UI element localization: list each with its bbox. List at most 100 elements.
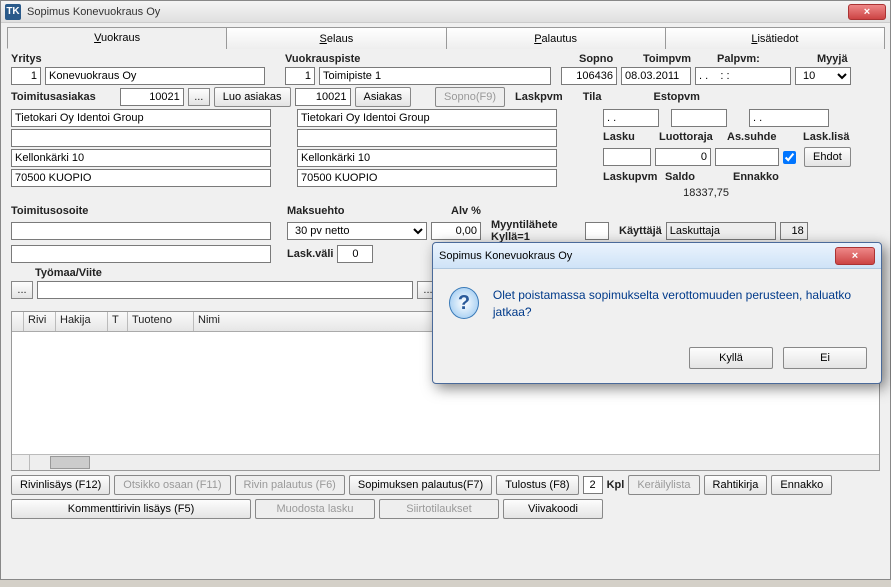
asiakas-no2-input[interactable] — [295, 88, 351, 106]
cust2-addr[interactable] — [297, 149, 557, 167]
tulostus-button[interactable]: Tulostus (F8) — [496, 475, 578, 495]
laskpvm-input[interactable] — [603, 109, 659, 127]
myyja-select[interactable]: 10 — [795, 67, 851, 85]
tyomaa-lookup-button[interactable]: ... — [11, 281, 33, 299]
dialog-yes-button[interactable]: Kyllä — [689, 347, 773, 369]
palpvm-input[interactable] — [695, 67, 791, 85]
grid-hscroll[interactable] — [12, 454, 879, 470]
tab-bar: Vuokraus Selaus Palautus Lisätiedot — [7, 27, 884, 49]
sopimuksenpalautus-button[interactable]: Sopimuksen palautus(F7) — [349, 475, 492, 495]
rivinlisays-button[interactable]: Rivinlisäys (F12) — [11, 475, 110, 495]
estopvm-input[interactable] — [749, 109, 829, 127]
dialog-close-button[interactable]: × — [835, 247, 875, 265]
vuokrauspiste-label: Vuokrauspiste — [285, 53, 360, 65]
cust2-city[interactable] — [297, 169, 557, 187]
ennakko-label: Ennakko — [733, 171, 779, 183]
dialog-titlebar: Sopimus Konevuokraus Oy × — [433, 243, 881, 269]
luottoraja-label: Luottoraja — [659, 131, 723, 143]
assuhde-label: As.suhde — [727, 131, 799, 143]
luottoraja-input[interactable] — [655, 148, 711, 166]
otsikko-button[interactable]: Otsikko osaan (F11) — [114, 475, 230, 495]
luo-asiakas-button[interactable]: Luo asiakas — [214, 87, 291, 107]
bottom-bar-1: Rivinlisäys (F12) Otsikko osaan (F11) Ri… — [1, 473, 890, 497]
piste-name-input[interactable] — [319, 67, 551, 85]
toimpvm-input[interactable] — [621, 67, 691, 85]
ehdot-button[interactable]: Ehdot — [804, 147, 851, 167]
tab-palautus[interactable]: Palautus — [446, 27, 666, 49]
tab-selaus[interactable]: Selaus — [226, 27, 446, 49]
cust1-city[interactable] — [11, 169, 271, 187]
lookup-asiakas-button[interactable]: ... — [188, 88, 210, 106]
col-rivi[interactable]: Rivi — [24, 312, 56, 331]
laskvali-label: Lask.väli — [287, 248, 333, 260]
muodosta-lasku-button[interactable]: Muodosta lasku — [255, 499, 375, 519]
window-close-button[interactable]: × — [848, 4, 886, 20]
toimitusosoite-label: Toimitusosoite — [11, 205, 88, 217]
confirm-dialog: Sopimus Konevuokraus Oy × ? Olet poistam… — [432, 242, 882, 384]
toimpvm-label: Toimpvm — [643, 53, 691, 65]
estopvm-label: Estopvm — [653, 91, 699, 103]
toimitusasiakas-label: Toimitusasiakas — [11, 91, 96, 103]
col-tuoteno[interactable]: Tuoteno — [128, 312, 194, 331]
rivinpalautus-button[interactable]: Rivin palautus (F6) — [235, 475, 345, 495]
kerailylista-button[interactable]: Keräilylista — [628, 475, 699, 495]
myyntilahete-input[interactable] — [585, 222, 609, 240]
rahtikirja-button[interactable]: Rahtikirja — [704, 475, 768, 495]
col-hakija[interactable]: Hakija — [56, 312, 108, 331]
cust1-addr[interactable] — [11, 149, 271, 167]
laskvali-input[interactable] — [337, 245, 373, 263]
saldo-label: Saldo — [665, 171, 729, 183]
tila-label: Tila — [583, 91, 602, 103]
lasklisa-checkbox[interactable] — [783, 151, 796, 164]
tab-lisatiedot[interactable]: Lisätiedot — [665, 27, 885, 49]
question-icon: ? — [449, 287, 479, 319]
saldo-value: 18337,75 — [665, 187, 729, 199]
kommenttirivi-button[interactable]: Kommenttirivin lisäys (F5) — [11, 499, 251, 519]
alv-label: Alv % — [451, 205, 481, 217]
tab-vuokraus[interactable]: Vuokraus — [7, 27, 227, 49]
sopno-label: Sopno — [579, 53, 613, 65]
maksuehto-select[interactable]: 30 pv netto — [287, 222, 427, 240]
yritys-no-input[interactable] — [11, 67, 41, 85]
kayttaja-no — [780, 222, 808, 240]
sopno-f9-button[interactable]: Sopno(F9) — [435, 87, 505, 107]
cust1-name[interactable] — [11, 109, 271, 127]
sopno-input[interactable] — [561, 67, 617, 85]
toimitusosoite-input[interactable] — [11, 222, 271, 240]
tyomaa-label: Työmaa/Viite — [35, 267, 102, 279]
toimitusosoite-input2[interactable] — [11, 245, 271, 263]
tyomaa-input[interactable] — [37, 281, 413, 299]
lasku-input[interactable] — [603, 148, 651, 166]
laskupvm-label: Laskupvm — [603, 171, 661, 183]
maksuehto-label: Maksuehto — [287, 205, 344, 217]
cust2-blank[interactable] — [297, 129, 557, 147]
assuhde-input[interactable] — [715, 148, 779, 166]
lasklisa-label: Lask.lisä — [803, 131, 849, 143]
siirtotilaukset-button[interactable]: Siirtotilaukset — [379, 499, 499, 519]
palpvm-label: Palpvm: — [717, 53, 760, 65]
alv-input[interactable] — [431, 222, 481, 240]
myyntilahete-label: Myyntilähete Kyllä=1 — [491, 219, 581, 243]
lasku-label: Lasku — [603, 131, 655, 143]
myyja-label: Myyjä — [817, 53, 848, 65]
asiakas-button[interactable]: Asiakas — [355, 87, 412, 107]
window-title: Sopimus Konevuokraus Oy — [27, 6, 160, 18]
dialog-no-button[interactable]: Ei — [783, 347, 867, 369]
toimitusasiakas-no-input[interactable] — [120, 88, 184, 106]
kayttaja-label: Käyttäjä — [619, 225, 662, 237]
titlebar: TK Sopimus Konevuokraus Oy × — [1, 1, 890, 23]
viivakoodi-button[interactable]: Viivakoodi — [503, 499, 603, 519]
bottom-bar-2: Kommenttirivin lisäys (F5) Muodosta lask… — [1, 497, 890, 521]
tulostus-kpl-input[interactable] — [583, 476, 603, 494]
dialog-message: Olet poistamassa sopimukselta verottomuu… — [493, 287, 865, 321]
col-t[interactable]: T — [108, 312, 128, 331]
yritys-label: Yritys — [11, 53, 42, 65]
ennakko-button[interactable]: Ennakko — [771, 475, 832, 495]
cust1-blank[interactable] — [11, 129, 271, 147]
yritys-name-input[interactable] — [45, 67, 265, 85]
cust2-name[interactable] — [297, 109, 557, 127]
dialog-title: Sopimus Konevuokraus Oy — [439, 250, 572, 262]
kpl-label: Kpl — [607, 479, 625, 491]
tila-input[interactable] — [671, 109, 727, 127]
piste-no-input[interactable] — [285, 67, 315, 85]
